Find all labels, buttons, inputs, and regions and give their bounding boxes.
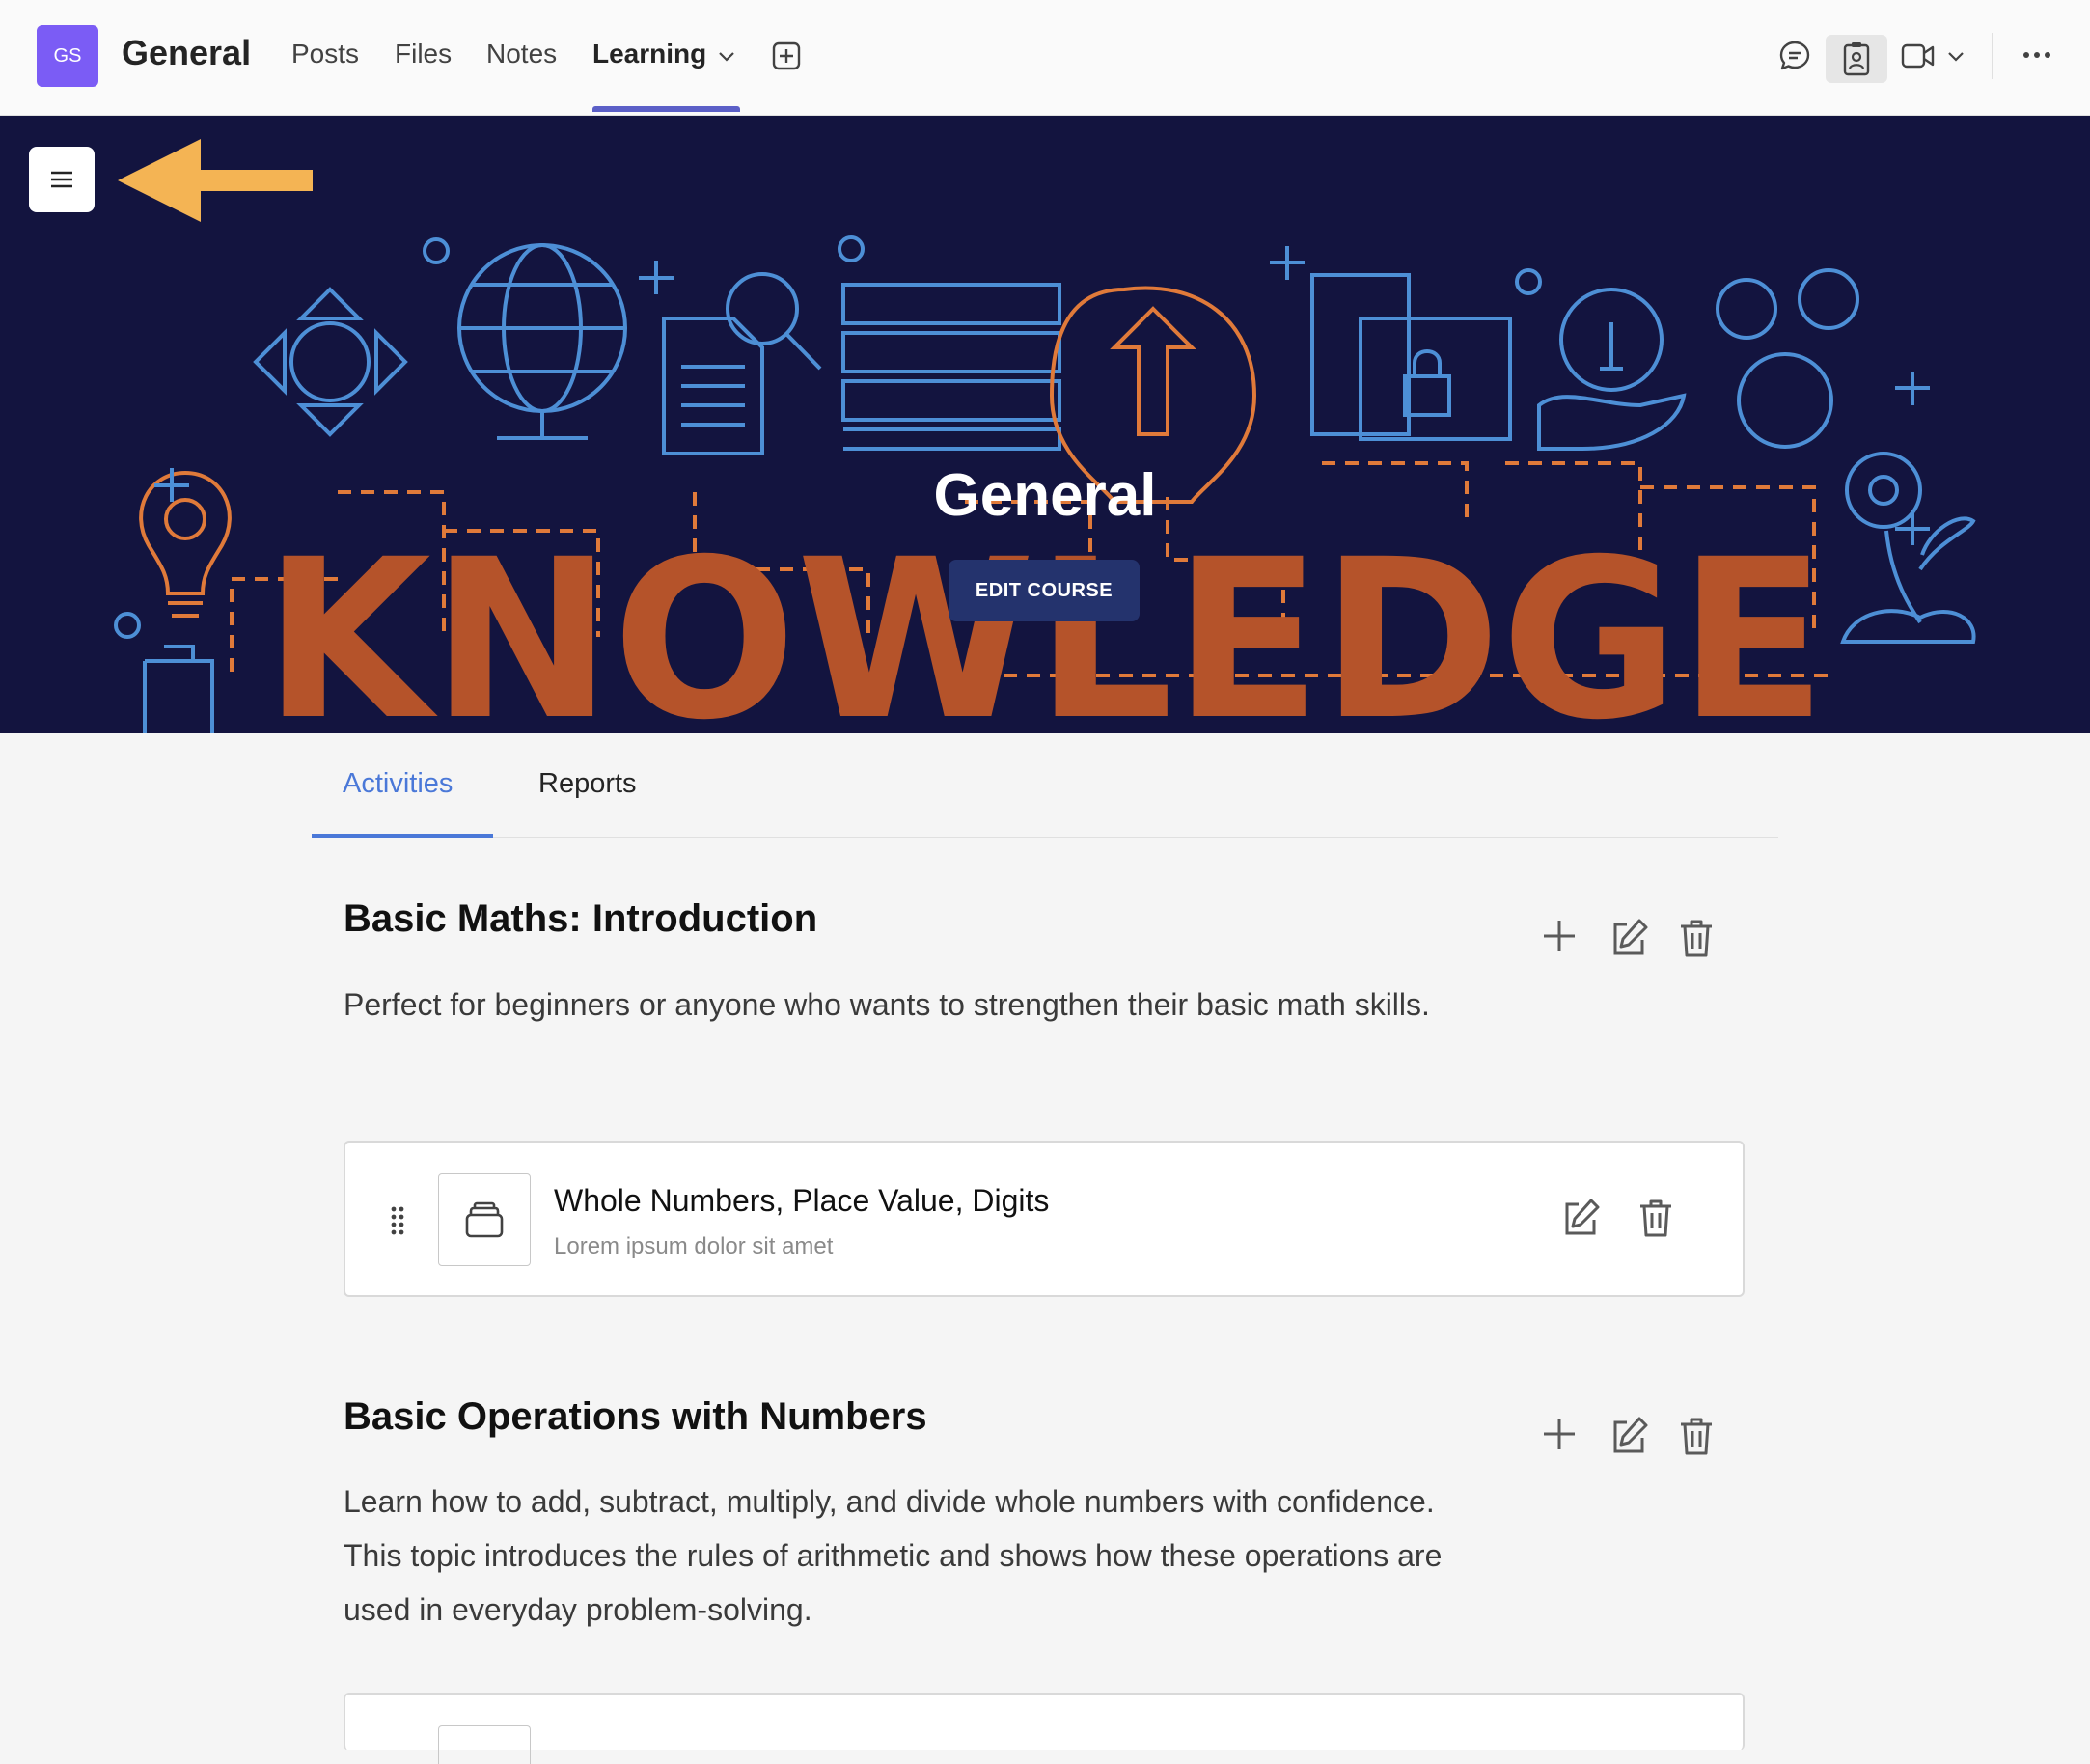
knowledge-word: KNOWLEDGE	[263, 511, 1827, 733]
edit-icon[interactable]	[1608, 917, 1650, 959]
more-icon[interactable]	[2022, 50, 2051, 60]
activity-type-box	[438, 1173, 531, 1266]
trash-icon[interactable]	[1636, 1197, 1675, 1244]
tab-posts[interactable]: Posts	[291, 39, 359, 69]
activity-card[interactable]: Whole Numbers, Place Value, Digits Lorem…	[344, 1141, 1745, 1297]
edit-course-button[interactable]: EDIT COURSE	[949, 560, 1140, 621]
tab-notes[interactable]: Notes	[486, 39, 557, 69]
add-icon[interactable]	[1540, 1415, 1579, 1453]
video-icon[interactable]	[1901, 42, 1936, 69]
trash-icon[interactable]	[1677, 917, 1716, 959]
channel-title: General	[122, 33, 252, 72]
hamburger-menu-button[interactable]	[29, 147, 95, 212]
hamburger-icon	[51, 171, 72, 188]
chat-icon[interactable]	[1777, 39, 1812, 73]
activity-subtitle: Lorem ipsum dolor sit amet	[554, 1233, 834, 1259]
activity-type-box	[438, 1725, 531, 1764]
section-title: Basic Maths: Introduction	[344, 897, 818, 940]
chevron-down-icon[interactable]	[716, 46, 737, 68]
tab-reports[interactable]: Reports	[538, 768, 637, 800]
tab-learning[interactable]: Learning	[592, 39, 706, 69]
edit-icon[interactable]	[1608, 1415, 1650, 1457]
edit-icon[interactable]	[1559, 1197, 1602, 1244]
team-avatar[interactable]: GS	[37, 25, 98, 87]
toolbar-divider	[1992, 33, 1993, 79]
activity-title[interactable]: Whole Numbers, Place Value, Digits	[554, 1183, 1049, 1219]
tab-activities[interactable]: Activities	[343, 768, 453, 800]
tabs-divider	[312, 837, 1778, 838]
drag-handle-icon[interactable]	[390, 1206, 405, 1240]
section-title: Basic Operations with Numbers	[344, 1395, 927, 1438]
top-bar: GS General Posts Files Notes Learning	[0, 0, 2090, 116]
add-icon[interactable]	[1540, 917, 1579, 955]
tab-files[interactable]: Files	[395, 39, 452, 69]
chevron-down-icon[interactable]	[1945, 46, 1966, 68]
active-content-tab-indicator	[312, 834, 493, 838]
section-description: Learn how to add, subtract, multiply, an…	[344, 1484, 1443, 1627]
trash-icon[interactable]	[1677, 1415, 1716, 1457]
badge-icon	[1839, 41, 1874, 77]
active-tab-indicator	[592, 106, 740, 112]
folder-stack-icon	[465, 1201, 504, 1238]
arrow-indicator-icon	[116, 137, 315, 229]
activity-card[interactable]	[344, 1693, 1745, 1764]
course-title: General	[933, 462, 1157, 529]
add-tab-icon[interactable]	[771, 41, 802, 71]
section-description: Perfect for beginners or anyone who want…	[344, 987, 1430, 1022]
